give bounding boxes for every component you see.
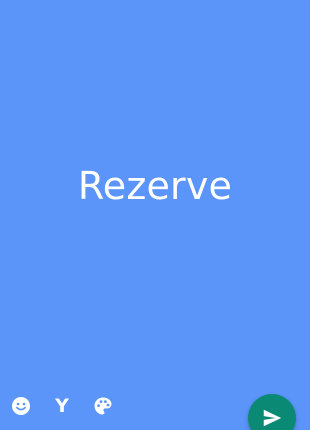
emoji-button[interactable] (7, 392, 35, 420)
send-arrow-icon (263, 409, 282, 427)
status-composer-canvas[interactable]: Rezerve Y (0, 0, 310, 430)
palette-icon (94, 397, 112, 415)
send-button[interactable] (248, 394, 296, 430)
smiley-face-icon (12, 397, 30, 415)
background-color-button[interactable] (89, 392, 117, 420)
font-style-button[interactable]: Y (48, 392, 76, 420)
status-text[interactable]: Rezerve (0, 158, 310, 214)
font-toggle-label: Y (55, 394, 69, 417)
